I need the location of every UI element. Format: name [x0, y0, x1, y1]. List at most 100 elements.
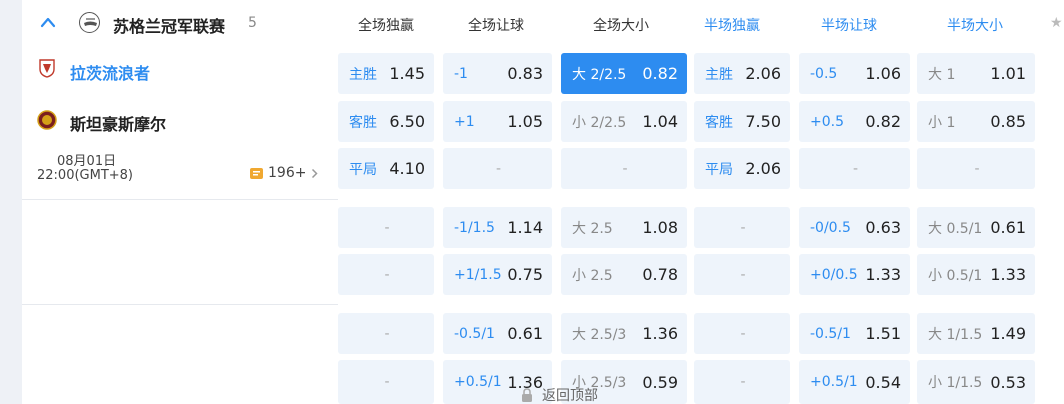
odds-cell-full-moneyline[interactable]: 主胜 1.45	[338, 53, 434, 94]
odds-line-label: +0.5	[810, 113, 844, 130]
odds-value: 1.49	[990, 324, 1026, 343]
chevron-right-icon	[312, 168, 319, 178]
back-to-top-label: 返回顶部	[542, 388, 598, 404]
lock-icon	[522, 388, 532, 402]
odds-line-label: +0/0.5	[810, 266, 858, 283]
odds-cell-half-total: -	[917, 148, 1035, 189]
row-divider	[22, 199, 338, 200]
odds-cell-half-handicap[interactable]: +0.5/1 0.54	[799, 360, 910, 404]
column-header-half-total: 半场大小	[947, 18, 1003, 34]
odds-cell-full-total[interactable]: 小 2/2.5 1.04	[561, 101, 687, 142]
odds-line-label: 小 1	[928, 114, 956, 131]
odds-value: 0.78	[642, 265, 678, 284]
odds-line-label: 大 2.5/3	[572, 326, 627, 343]
odds-value: 0.53	[990, 372, 1026, 392]
odds-value: 2.06	[745, 64, 781, 83]
odds-cell-full-handicap[interactable]: -0.5/1 0.61	[443, 313, 552, 354]
odds-cell-full-moneyline[interactable]: 平局 4.10	[338, 148, 434, 189]
odds-cell-half-moneyline[interactable]: 平局 2.06	[694, 148, 790, 189]
odds-value: 1.01	[990, 64, 1026, 83]
odds-cell-full-moneyline: -	[338, 313, 434, 354]
back-to-top-button[interactable]: 返回顶部	[521, 386, 598, 404]
away-team-logo-icon	[37, 110, 57, 130]
odds-unavailable: -	[740, 266, 746, 283]
home-team-name[interactable]: 拉茨流浪者	[70, 60, 150, 84]
odds-unavailable: -	[384, 374, 390, 390]
match-date: 08月01日	[57, 154, 117, 169]
odds-cell-half-total[interactable]: 小 1/1.5 0.53	[917, 360, 1035, 404]
away-team-name[interactable]: 斯坦豪斯摩尔	[70, 111, 166, 135]
odds-cell-half-handicap[interactable]: +0/0.5 1.33	[799, 254, 910, 295]
odds-cell-half-handicap[interactable]: -0.5/1 1.51	[799, 313, 910, 354]
odds-unavailable: -	[852, 160, 859, 177]
odds-value: 0.82	[865, 112, 901, 131]
odds-cell-full-total[interactable]: 大 2.5 1.08	[561, 207, 687, 248]
odds-cell-half-moneyline[interactable]: 主胜 2.06	[694, 53, 790, 94]
column-header-full-moneyline: 全场独赢	[358, 18, 414, 34]
odds-value: 1.51	[865, 324, 901, 343]
odds-cell-full-moneyline: -	[338, 254, 434, 295]
odds-value: 0.59	[642, 372, 678, 392]
league-match-count: 5	[248, 15, 257, 31]
row-divider	[22, 304, 338, 305]
odds-line-label: +0.5/1	[454, 374, 502, 390]
odds-line-label: 小 2/2.5	[572, 114, 627, 131]
odds-cell-full-total[interactable]: 小 2.5 0.78	[561, 254, 687, 295]
odds-line-label: 平局	[705, 161, 733, 178]
odds-cell-full-handicap[interactable]: -1/1.5 1.14	[443, 207, 552, 248]
match-time: 22:00(GMT+8)	[37, 168, 134, 183]
odds-line-label: 大 0.5/1	[928, 220, 983, 237]
odds-line-label: +0.5/1	[810, 374, 858, 390]
odds-unavailable: -	[622, 160, 628, 177]
odds-line-label: +1	[454, 113, 475, 130]
odds-unavailable: -	[740, 325, 746, 342]
odds-cell-half-total[interactable]: 小 1 0.85	[917, 101, 1035, 142]
odds-value: 1.05	[507, 112, 543, 131]
odds-line-label: 大 2.5	[572, 220, 613, 237]
chevron-up-icon[interactable]	[40, 16, 56, 28]
odds-value: 0.61	[507, 324, 543, 343]
odds-cell-full-moneyline: -	[338, 360, 434, 404]
odds-cell-full-handicap[interactable]: +1/1.5 0.75	[443, 254, 552, 295]
column-header-half-moneyline: 半场独赢	[704, 18, 760, 34]
odds-value: 1.06	[865, 64, 901, 83]
odds-value: 1.04	[642, 112, 678, 131]
odds-line-label: 小 0.5/1	[928, 267, 983, 284]
odds-cell-full-total[interactable]: 大 2/2.5 0.82	[561, 53, 687, 94]
more-markets-link[interactable]: 196+	[249, 164, 319, 182]
more-markets-count: 196+	[268, 165, 307, 181]
odds-unavailable: -	[384, 325, 390, 342]
odds-line-label: 主胜	[705, 66, 733, 83]
odds-cell-full-handicap[interactable]: -1 0.83	[443, 53, 552, 94]
odds-line-label: 大 1/1.5	[928, 326, 983, 343]
odds-line-label: 小 1/1.5	[928, 375, 983, 391]
odds-cell-half-total[interactable]: 大 0.5/1 0.61	[917, 207, 1035, 248]
odds-cell-half-total[interactable]: 大 1 1.01	[917, 53, 1035, 94]
odds-value: 1.08	[642, 218, 678, 237]
odds-cell-half-total[interactable]: 大 1/1.5 1.49	[917, 313, 1035, 354]
ticket-icon	[250, 167, 263, 179]
odds-unavailable: -	[495, 160, 502, 177]
odds-cell-half-handicap[interactable]: -0/0.5 0.63	[799, 207, 910, 248]
odds-line-label: 平局	[349, 161, 377, 178]
odds-value: 0.82	[642, 64, 678, 83]
odds-line-label: 大 2/2.5	[572, 66, 627, 83]
odds-value: 0.61	[990, 218, 1026, 237]
column-header-half-handicap: 半场让球	[821, 18, 877, 34]
odds-unavailable: -	[974, 160, 980, 177]
odds-cell-half-handicap[interactable]: -0.5 1.06	[799, 53, 910, 94]
odds-line-label: -0.5	[810, 65, 838, 82]
league-name[interactable]: 苏格兰冠军联赛	[113, 13, 225, 37]
odds-value: 6.50	[389, 112, 425, 131]
odds-value: 7.50	[745, 112, 781, 131]
odds-cell-full-handicap[interactable]: +1 1.05	[443, 101, 552, 142]
star-icon[interactable]: ★	[1050, 15, 1063, 31]
odds-cell-full-handicap: -	[443, 148, 552, 189]
odds-cell-full-total[interactable]: 大 2.5/3 1.36	[561, 313, 687, 354]
odds-cell-half-total[interactable]: 小 0.5/1 1.33	[917, 254, 1035, 295]
odds-cell-half-moneyline[interactable]: 客胜 7.50	[694, 101, 790, 142]
odds-cell-full-moneyline[interactable]: 客胜 6.50	[338, 101, 434, 142]
odds-cell-half-moneyline: -	[694, 254, 790, 295]
odds-line-label: +1/1.5	[454, 266, 502, 283]
odds-cell-half-handicap[interactable]: +0.5 0.82	[799, 101, 910, 142]
